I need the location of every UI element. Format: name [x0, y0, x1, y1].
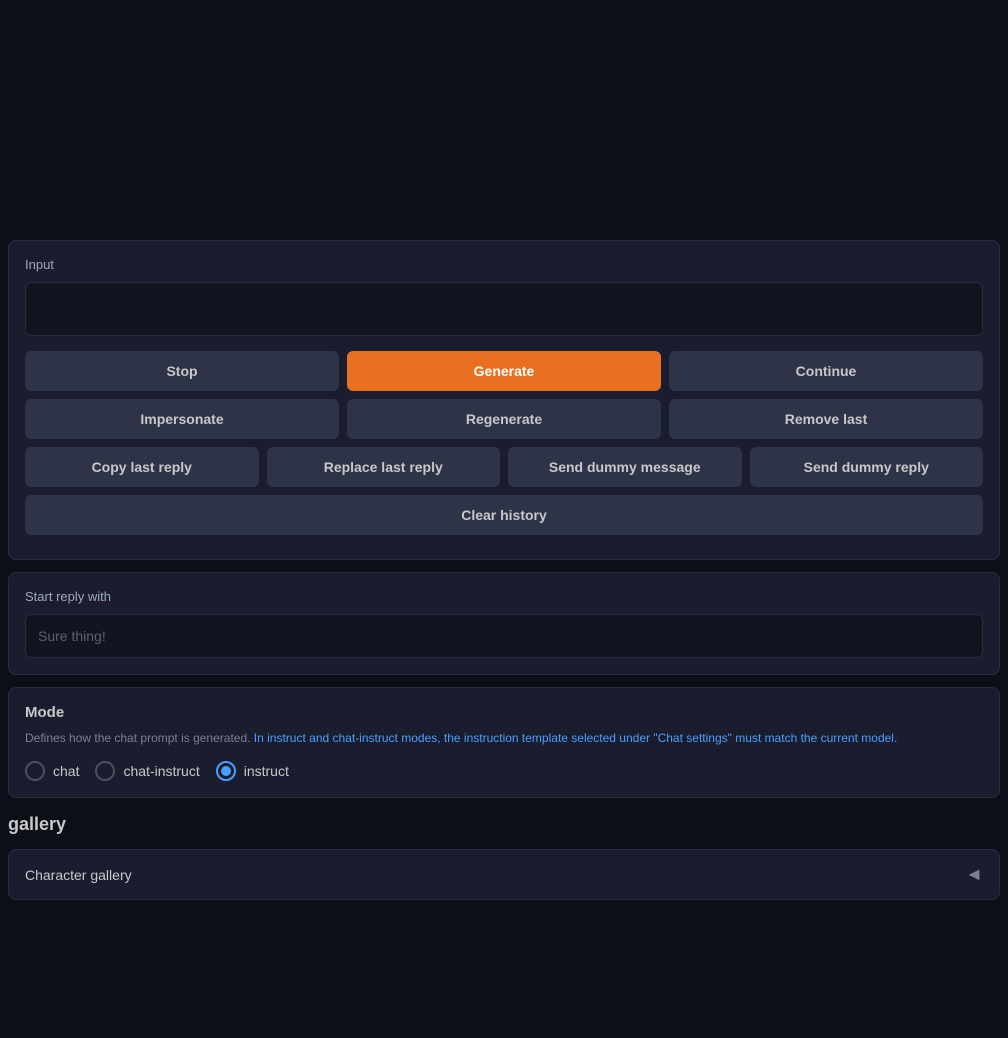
gallery-bar-label: Character gallery — [25, 867, 132, 883]
mode-option-instruct[interactable]: instruct — [216, 761, 289, 781]
start-reply-label: Start reply with — [25, 589, 983, 604]
mode-description-highlight: In instruct and chat-instruct modes, the… — [254, 731, 898, 745]
radio-circle-chat — [25, 761, 45, 781]
radio-label-instruct: instruct — [244, 763, 289, 779]
button-row-1: Stop Generate Continue — [25, 351, 983, 391]
mode-description-plain: Defines how the chat prompt is generated… — [25, 731, 254, 745]
start-reply-input[interactable] — [25, 614, 983, 658]
mode-option-chat[interactable]: chat — [25, 761, 79, 781]
replace-last-reply-button[interactable]: Replace last reply — [267, 447, 501, 487]
impersonate-button[interactable]: Impersonate — [25, 399, 339, 439]
gallery-bar[interactable]: Character gallery ◄ — [8, 849, 1000, 900]
remove-last-button[interactable]: Remove last — [669, 399, 983, 439]
top-area — [0, 0, 1008, 240]
regenerate-button[interactable]: Regenerate — [347, 399, 661, 439]
button-row-2: Impersonate Regenerate Remove last — [25, 399, 983, 439]
chevron-left-icon: ◄ — [965, 864, 983, 885]
clear-history-button[interactable]: Clear history — [25, 495, 983, 535]
send-dummy-message-button[interactable]: Send dummy message — [508, 447, 742, 487]
start-reply-section: Start reply with — [8, 572, 1000, 675]
input-label: Input — [25, 257, 983, 272]
radio-label-chat-instruct: chat-instruct — [123, 763, 199, 779]
generate-button[interactable]: Generate — [347, 351, 661, 391]
button-row-3: Copy last reply Replace last reply Send … — [25, 447, 983, 487]
gallery-section: gallery Character gallery ◄ — [8, 810, 1000, 900]
mode-section: Mode Defines how the chat prompt is gene… — [8, 687, 1000, 798]
input-textarea[interactable] — [25, 282, 983, 336]
radio-circle-chat-instruct — [95, 761, 115, 781]
mode-description: Defines how the chat prompt is generated… — [25, 729, 983, 747]
copy-last-reply-button[interactable]: Copy last reply — [25, 447, 259, 487]
mode-option-chat-instruct[interactable]: chat-instruct — [95, 761, 199, 781]
input-section: Input Stop Generate Continue Impersonate… — [8, 240, 1000, 560]
radio-label-chat: chat — [53, 763, 79, 779]
mode-title: Mode — [25, 704, 983, 721]
send-dummy-reply-button[interactable]: Send dummy reply — [750, 447, 984, 487]
continue-button[interactable]: Continue — [669, 351, 983, 391]
mode-radio-group: chat chat-instruct instruct — [25, 761, 983, 781]
radio-circle-instruct — [216, 761, 236, 781]
gallery-title: gallery — [8, 810, 1000, 839]
stop-button[interactable]: Stop — [25, 351, 339, 391]
